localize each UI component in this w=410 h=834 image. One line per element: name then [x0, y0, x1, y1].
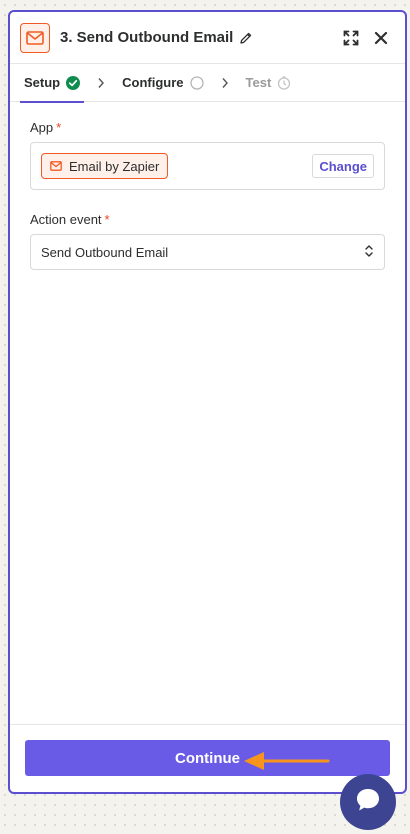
- setup-form: App * Email by Zapier Change Action event…: [10, 120, 405, 270]
- step-title: 3. Send Outbound Email: [60, 29, 234, 46]
- action-event-select[interactable]: Send Outbound Email: [30, 234, 385, 270]
- tab-test[interactable]: Test: [242, 64, 296, 102]
- pencil-icon[interactable]: [239, 31, 253, 45]
- timer-icon: [277, 75, 291, 90]
- close-icon[interactable]: [367, 24, 395, 52]
- app-name: Email by Zapier: [69, 158, 160, 174]
- panel-footer: Continue: [10, 724, 405, 792]
- app-field-label: App *: [30, 120, 385, 135]
- label-text: Action event: [30, 212, 102, 227]
- chevron-right-icon: [84, 77, 118, 89]
- tab-configure[interactable]: Configure: [118, 64, 207, 102]
- action-event-value: Send Outbound Email: [41, 244, 169, 260]
- chevron-right-icon: [208, 77, 242, 89]
- change-app-button[interactable]: Change: [312, 154, 374, 178]
- envelope-icon: [20, 22, 50, 53]
- envelope-icon: [50, 161, 62, 171]
- annotation-arrow-icon: [244, 752, 330, 770]
- empty-circle-icon: [189, 75, 204, 90]
- required-mark: *: [104, 212, 110, 227]
- chat-support-button[interactable]: [340, 774, 396, 830]
- app-chip: Email by Zapier: [41, 153, 169, 179]
- chat-icon: [354, 786, 382, 819]
- tab-label: Configure: [122, 75, 184, 90]
- updown-chevron-icon: [364, 244, 374, 261]
- panel-header: 3. Send Outbound Email: [10, 12, 405, 64]
- continue-button[interactable]: Continue: [25, 740, 390, 776]
- tab-setup[interactable]: Setup: [20, 64, 85, 103]
- label-text: App: [30, 120, 54, 135]
- check-circle-icon: [66, 75, 81, 90]
- tab-label: Test: [245, 75, 272, 90]
- expand-icon[interactable]: [337, 24, 365, 52]
- step-editor-panel: 3. Send Outbound Email Setup Configure T…: [8, 10, 407, 794]
- app-selector: Email by Zapier Change: [30, 142, 385, 190]
- required-mark: *: [56, 120, 62, 135]
- step-tabs: Setup Configure Test: [10, 64, 405, 103]
- tab-label: Setup: [24, 75, 61, 90]
- action-field-label: Action event *: [30, 212, 385, 227]
